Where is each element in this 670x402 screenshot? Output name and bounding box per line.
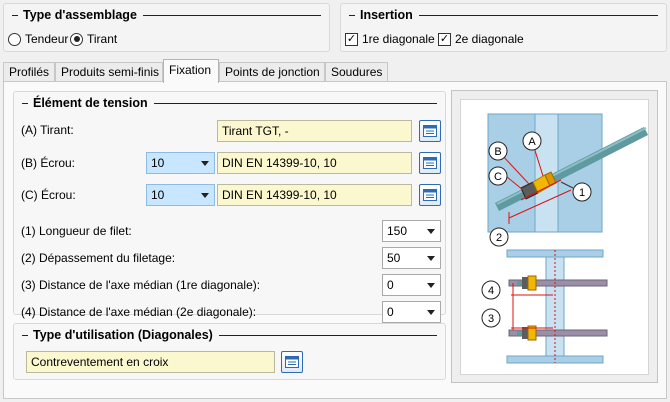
radio-tendeur-circle[interactable] xyxy=(8,32,21,46)
longueur-filet-value: 150 xyxy=(387,224,408,238)
callout-c: C xyxy=(494,171,502,183)
assembly-type-title: Type d'assemblage xyxy=(23,8,137,22)
callout-1: 1 xyxy=(579,187,585,199)
depassement-filetage-label: (2) Dépassement du filetage: xyxy=(21,251,176,265)
checkbox-1re-diagonale-box[interactable]: ✓ xyxy=(345,32,358,46)
chevron-down-icon xyxy=(201,193,209,198)
catalog-icon xyxy=(285,356,299,368)
checkbox-1re-diagonale-label: 1re diagonale xyxy=(362,32,435,46)
callout-4: 4 xyxy=(488,285,494,297)
assembly-type-title-row: Type d'assemblage xyxy=(12,7,321,23)
connection-preview: A B C 1 2 4 3 xyxy=(451,90,658,383)
tension-element-title: Élément de tension xyxy=(33,96,148,110)
insertion-title: Insertion xyxy=(360,8,413,22)
chevron-down-icon xyxy=(427,229,435,234)
distance-1re-diagonale-combo[interactable]: 0 xyxy=(382,274,441,296)
distance-2e-diagonale-value: 0 xyxy=(387,305,394,319)
chevron-down-icon xyxy=(427,310,435,315)
callout-b: B xyxy=(494,146,501,158)
radio-tirant-circle[interactable] xyxy=(70,32,83,46)
distance-2e-diagonale-label: (4) Distance de l'axe médian (2e diagona… xyxy=(21,305,257,319)
ecrou-b-catalog-button[interactable] xyxy=(419,152,441,174)
tab-fixation[interactable]: Fixation xyxy=(163,59,219,83)
nut-upper-left xyxy=(522,277,528,289)
callout-2: 2 xyxy=(496,232,502,244)
ecrou-c-label: (C) Écrou: xyxy=(21,188,76,202)
checkbox-2e-diagonale-label: 2e diagonale xyxy=(455,32,524,46)
usage-type-group: Type d'utilisation (Diagonales) Contreve… xyxy=(13,323,446,380)
checkbox-2e-diagonale[interactable]: ✓ 2e diagonale xyxy=(438,32,524,46)
connection-diagram: A B C 1 2 4 3 xyxy=(481,113,649,364)
radio-tendeur[interactable]: Tendeur xyxy=(8,32,68,46)
chevron-down-icon xyxy=(201,161,209,166)
tab-produits-semi-finis[interactable]: Produits semi-finis xyxy=(55,62,163,82)
preview-canvas: A B C 1 2 4 3 xyxy=(460,99,649,375)
ecrou-c-size-combo[interactable]: 10 xyxy=(146,184,215,206)
distance-1re-diagonale-value: 0 xyxy=(387,278,394,292)
usage-type-field[interactable]: Contreventement en croix xyxy=(26,351,275,373)
catalog-icon xyxy=(423,125,437,137)
longueur-filet-label: (1) Longueur de filet: xyxy=(21,224,132,238)
tirant-field[interactable]: Tirant TGT, - xyxy=(217,120,412,142)
nut-lower-left xyxy=(522,327,528,339)
insertion-group: Insertion ✓ 1re diagonale ✓ 2e diagonale xyxy=(340,3,667,52)
distance-1re-diagonale-label: (3) Distance de l'axe médian (1re diagon… xyxy=(21,278,261,292)
ecrou-c-size-value: 10 xyxy=(151,188,165,202)
callout-3: 3 xyxy=(488,313,494,325)
longueur-filet-combo[interactable]: 150 xyxy=(382,220,441,242)
usage-type-catalog-button[interactable] xyxy=(281,351,303,373)
tirant-label: (A) Tirant: xyxy=(21,123,74,137)
ecrou-b-size-value: 10 xyxy=(151,156,165,170)
tension-element-group: Élément de tension (A) Tirant: Tirant TG… xyxy=(13,91,446,323)
catalog-icon xyxy=(423,157,437,169)
usage-type-title: Type d'utilisation (Diagonales) xyxy=(33,328,213,342)
assembly-type-group: Type d'assemblage Tendeur Tirant xyxy=(3,3,330,52)
chevron-down-icon xyxy=(427,283,435,288)
ecrou-b-size-combo[interactable]: 10 xyxy=(146,152,215,174)
tab-soudures[interactable]: Soudures xyxy=(325,62,388,82)
insertion-title-row: Insertion xyxy=(349,7,658,23)
depassement-filetage-combo[interactable]: 50 xyxy=(382,247,441,269)
radio-tirant[interactable]: Tirant xyxy=(70,32,117,46)
ecrou-b-label: (B) Écrou: xyxy=(21,156,76,170)
tab-points-de-jonction[interactable]: Points de jonction xyxy=(219,62,325,82)
rod-lower-tail xyxy=(517,331,522,335)
ecrou-b-field[interactable]: DIN EN 14399-10, 10 xyxy=(217,152,412,174)
rod-upper-tail xyxy=(517,281,522,285)
ecrou-c-field[interactable]: DIN EN 14399-10, 10 xyxy=(217,184,412,206)
checkbox-1re-diagonale[interactable]: ✓ 1re diagonale xyxy=(345,32,435,46)
callout-a: A xyxy=(528,136,536,148)
catalog-icon xyxy=(423,189,437,201)
tab-profiles[interactable]: Profilés xyxy=(3,62,55,82)
radio-tirant-label: Tirant xyxy=(87,32,118,46)
depassement-filetage-value: 50 xyxy=(387,251,401,265)
ecrou-c-catalog-button[interactable] xyxy=(419,184,441,206)
checkbox-2e-diagonale-box[interactable]: ✓ xyxy=(438,32,451,46)
radio-tendeur-label: Tendeur xyxy=(25,32,69,46)
chevron-down-icon xyxy=(427,256,435,261)
usage-type-title-row: Type d'utilisation (Diagonales) xyxy=(22,327,437,343)
distance-2e-diagonale-combo[interactable]: 0 xyxy=(382,301,441,323)
tension-element-title-row: Élément de tension xyxy=(22,95,437,111)
tirant-catalog-button[interactable] xyxy=(419,120,441,142)
nut-upper-right xyxy=(527,275,537,291)
